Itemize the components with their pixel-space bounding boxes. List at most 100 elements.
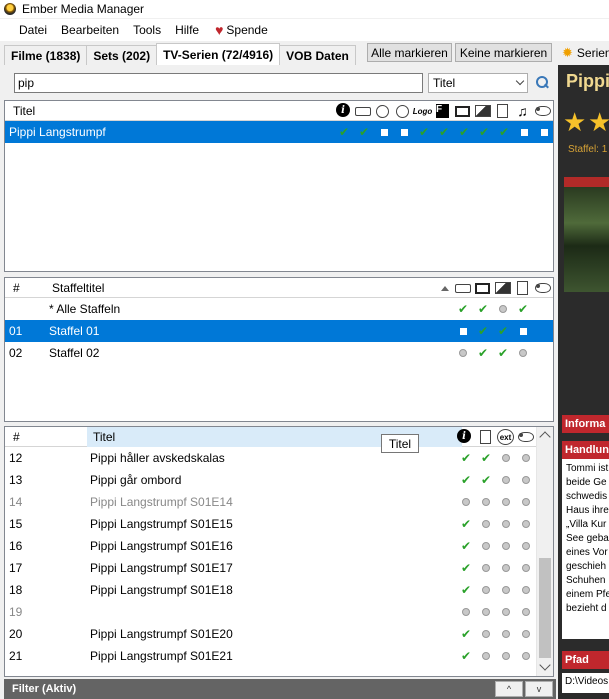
column-season-number[interactable]: # xyxy=(13,278,20,298)
episodes-scrollbar[interactable] xyxy=(536,427,553,676)
status-check-icon xyxy=(494,121,514,143)
tab-sets[interactable]: Sets (202) xyxy=(86,45,158,65)
status-dot-icon xyxy=(493,298,513,320)
filter-bar[interactable]: Filter (Aktiv) ^ v xyxy=(4,679,556,699)
watched-eye-icon[interactable] xyxy=(534,280,551,296)
plot-line: eines Vor xyxy=(566,547,608,558)
info-icon[interactable]: i xyxy=(336,103,350,117)
nfo-icon[interactable] xyxy=(477,429,494,445)
status-check-icon xyxy=(513,298,533,320)
status-dot-icon xyxy=(496,447,516,469)
fanart-icon-label: F xyxy=(436,104,449,118)
status-check-icon xyxy=(456,623,476,645)
episode-title: Pippi Langstrumpf S01E18 xyxy=(90,583,233,597)
status-dot-icon xyxy=(496,579,516,601)
title-bar: Ember Media Manager xyxy=(0,0,609,18)
tab-vob-data[interactable]: VOB Daten xyxy=(279,45,356,65)
landscape-icon[interactable] xyxy=(454,103,471,119)
episode-title: Pippi Langstrumpf S01E14 xyxy=(90,495,233,509)
table-row[interactable]: 18 Pippi Langstrumpf S01E18 xyxy=(5,579,553,601)
status-dot-icon xyxy=(516,447,536,469)
episode-number: 15 xyxy=(9,517,23,531)
mark-all-button[interactable]: Alle markieren xyxy=(367,43,452,62)
status-dot-icon xyxy=(516,491,536,513)
season-title: * Alle Staffeln xyxy=(49,302,121,316)
table-row[interactable]: 14 Pippi Langstrumpf S01E14 xyxy=(5,491,553,513)
table-row[interactable]: 13 Pippi går ombord xyxy=(5,469,553,491)
table-row[interactable]: 02 Staffel 02 xyxy=(5,342,553,364)
poster-icon[interactable] xyxy=(474,103,491,119)
landscape-icon[interactable] xyxy=(474,280,491,296)
filter-up-button[interactable]: ^ xyxy=(495,681,523,697)
scroll-down-icon[interactable] xyxy=(539,659,551,671)
clearart-icon[interactable] xyxy=(394,103,411,119)
status-check-icon xyxy=(476,447,496,469)
status-check-icon xyxy=(473,320,493,342)
poster-icon[interactable] xyxy=(494,280,511,296)
column-episode-number[interactable]: # xyxy=(13,427,20,447)
status-dot-icon xyxy=(456,491,476,513)
banner-icon[interactable] xyxy=(354,103,371,119)
search-field-select[interactable]: Titel xyxy=(428,73,528,93)
table-row[interactable]: 15 Pippi Langstrumpf S01E15 xyxy=(5,513,553,535)
episodes-grid: # Titel i ext 12 Pippi håller avskedskala… xyxy=(4,426,554,677)
nfo-icon[interactable] xyxy=(514,280,531,296)
menu-tools[interactable]: Tools xyxy=(126,23,168,37)
status-check-icon xyxy=(456,469,476,491)
menu-hilfe[interactable]: Hilfe xyxy=(168,23,206,37)
menu-spende[interactable]: ♥ Spende xyxy=(206,22,275,38)
search-input[interactable] xyxy=(14,73,423,93)
details-pane: Pippi ★ ★ Staffel: 1 Informa Handlun Tomm… xyxy=(558,65,609,699)
plot-line: Tommi ist xyxy=(566,463,609,474)
status-square-icon xyxy=(394,121,414,143)
unmark-all-button[interactable]: Keine markieren xyxy=(455,43,552,62)
watched-eye-icon[interactable] xyxy=(517,429,534,445)
extrathumbs-icon[interactable]: ext xyxy=(497,429,514,445)
scrollbar-thumb[interactable] xyxy=(539,558,551,658)
status-dot-icon xyxy=(513,342,533,364)
status-check-icon xyxy=(456,557,476,579)
table-row[interactable]: Pippi Langstrumpf xyxy=(5,121,553,143)
status-square-icon xyxy=(374,121,394,143)
menu-bearbeiten[interactable]: Bearbeiten xyxy=(54,23,126,37)
tab-movies[interactable]: Filme (1838) xyxy=(4,45,88,65)
banner-icon[interactable] xyxy=(454,280,471,296)
fanart-icon[interactable]: F xyxy=(434,103,451,119)
seasons-rows: * Alle Staffeln 01 Staffel 01 02 Staffel 02 xyxy=(5,298,553,364)
table-row[interactable]: 12 Pippi håller avskedskalas xyxy=(5,447,553,469)
path-value: D:\Videos xyxy=(562,673,609,693)
table-row[interactable]: 20 Pippi Langstrumpf S01E20 xyxy=(5,623,553,645)
logo-icon[interactable]: Logo xyxy=(413,103,433,119)
episode-number: 13 xyxy=(9,473,23,487)
column-title[interactable]: Titel xyxy=(13,101,35,121)
table-row[interactable]: 17 Pippi Langstrumpf S01E17 xyxy=(5,557,553,579)
menu-datei[interactable]: Datei xyxy=(12,23,54,37)
theme-music-icon[interactable]: ♫ xyxy=(514,103,531,119)
shows-grid: Titel i Logo F ♫ Pippi Langstrumpf xyxy=(4,100,554,272)
search-icon[interactable] xyxy=(534,75,550,91)
series-header: ✹ Serien xyxy=(562,45,609,61)
filter-label: Filter (Aktiv) xyxy=(12,683,77,695)
table-row[interactable]: 21 Pippi Langstrumpf S01E21 xyxy=(5,645,553,667)
window-title: Ember Media Manager xyxy=(22,2,145,16)
tab-tv-series[interactable]: TV-Serien (72/4916) xyxy=(156,43,281,65)
character-art-icon[interactable] xyxy=(374,103,391,119)
status-check-icon xyxy=(456,645,476,667)
table-row[interactable]: * Alle Staffeln xyxy=(5,298,553,320)
episode-title: Pippi håller avskedskalas xyxy=(90,451,225,465)
status-check-icon xyxy=(493,320,513,342)
show-title: Pippi Langstrumpf xyxy=(9,125,106,139)
filter-down-button[interactable]: v xyxy=(525,681,553,697)
sort-ascending-icon xyxy=(441,286,449,291)
column-season-title[interactable]: Staffeltitel xyxy=(52,278,104,298)
table-row[interactable]: 19 xyxy=(5,601,553,623)
nfo-icon[interactable] xyxy=(494,103,511,119)
status-check-icon xyxy=(414,121,434,143)
info-icon[interactable]: i xyxy=(457,429,471,443)
plot-line: Haus ihre xyxy=(566,505,609,516)
watched-eye-icon[interactable] xyxy=(534,103,551,119)
table-row[interactable]: 16 Pippi Langstrumpf S01E16 xyxy=(5,535,553,557)
episode-title: Pippi Langstrumpf S01E15 xyxy=(90,517,233,531)
scroll-up-icon[interactable] xyxy=(539,431,551,443)
table-row[interactable]: 01 Staffel 01 xyxy=(5,320,553,342)
